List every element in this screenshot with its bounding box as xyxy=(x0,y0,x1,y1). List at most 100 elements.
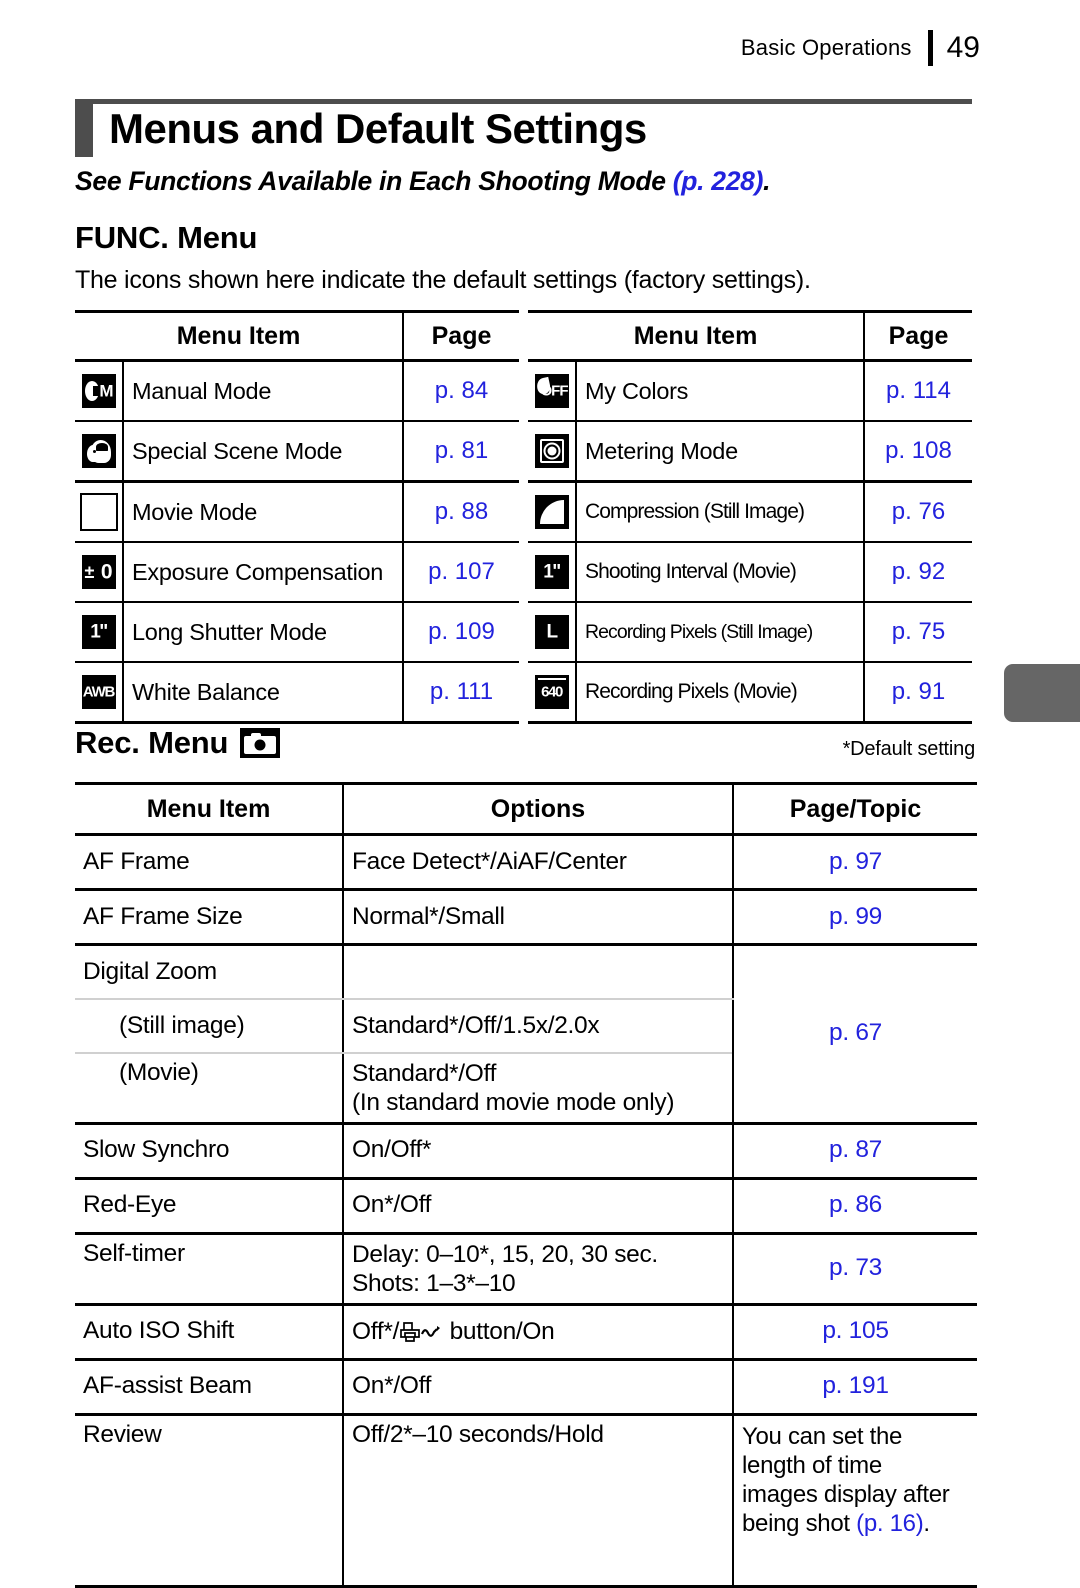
rec-item-page-link[interactable]: p. 86 xyxy=(732,1178,977,1235)
func-item-label: Manual Mode xyxy=(122,360,403,422)
running-header: Basic Operations 49 xyxy=(741,28,980,68)
table-header-row: Menu Item Page xyxy=(528,310,972,362)
special-scene-mode-icon xyxy=(75,421,123,483)
rec-item-options xyxy=(342,944,733,1000)
func-menu-table-left: Menu Item Page M Manual Mode p. 84 Speci… xyxy=(75,310,519,724)
func-menu-table-right: Menu Item Page OFF My Colors p. 114 Mete… xyxy=(528,310,972,724)
rec-item-options: Delay: 0–10*, 15, 20, 30 sec. Shots: 1–3… xyxy=(342,1233,733,1306)
rec-item-page-link[interactable]: p. 99 xyxy=(732,889,977,946)
table-row: 1" Long Shutter Mode p. 109 xyxy=(75,602,519,663)
my-colors-icon: OFF xyxy=(528,360,576,422)
func-item-page-link[interactable]: p. 91 xyxy=(863,662,972,724)
title-side-tab xyxy=(75,104,93,158)
func-item-page-link[interactable]: p. 76 xyxy=(863,481,972,543)
table-row: AF-assist Beam On*/Off p. 191 xyxy=(75,1359,977,1416)
chapter-thumb-tab xyxy=(1004,664,1080,722)
rec-item-options: Off*/ button/On xyxy=(342,1304,733,1361)
topic-line-2: length of time xyxy=(742,1451,882,1479)
func-item-page-link[interactable]: p. 109 xyxy=(402,602,519,663)
func-item-label: Special Scene Mode xyxy=(122,421,403,483)
default-setting-note: *Default setting xyxy=(842,738,976,760)
func-item-page-link[interactable]: p. 107 xyxy=(402,542,519,603)
rec-item-page-link[interactable]: p. 105 xyxy=(732,1304,977,1361)
func-item-label: Long Shutter Mode xyxy=(122,602,403,663)
rec-subitem-options: Standard*/Off (In standard movie mode on… xyxy=(342,1053,733,1125)
option-line-1: Delay: 0–10*, 15, 20, 30 sec. xyxy=(352,1240,658,1268)
topic-page-link[interactable]: (p. 16) xyxy=(856,1510,924,1537)
topic-line-4: being shot (p. 16). xyxy=(742,1509,977,1538)
col-header-menu-item: Menu Item xyxy=(528,310,864,362)
table-row: Digital Zoom p. 67 xyxy=(75,944,977,1125)
option-suffix: button/On xyxy=(443,1317,555,1345)
rec-item-label: Auto ISO Shift xyxy=(75,1304,343,1361)
page-title: Menus and Default Settings xyxy=(109,105,647,152)
func-item-page-link[interactable]: p. 84 xyxy=(402,360,519,422)
movie-mode-icon xyxy=(75,481,123,543)
func-item-page-link[interactable]: p. 111 xyxy=(402,662,519,724)
recording-pixels-movie-icon: 640 xyxy=(528,662,576,724)
table-row: 1" Shooting Interval (Movie) p. 92 xyxy=(528,542,972,603)
subtitle-page-link[interactable]: (p. 228) xyxy=(673,166,764,196)
rec-item-page-link[interactable]: p. 191 xyxy=(732,1359,977,1416)
func-item-page-link[interactable]: p. 81 xyxy=(402,421,519,483)
rec-item-options: Normal*/Small xyxy=(342,889,733,946)
long-shutter-mode-icon: 1" xyxy=(75,602,123,663)
table-row: AF Frame Face Detect*/AiAF/Center p. 97 xyxy=(75,834,977,891)
exposure-compensation-icon: ±0 xyxy=(75,542,123,603)
col-header-page-topic: Page/Topic xyxy=(732,782,977,836)
func-item-page-link[interactable]: p. 88 xyxy=(402,481,519,543)
func-menu-heading: FUNC. Menu xyxy=(75,220,258,255)
rec-item-page-link[interactable]: p. 73 xyxy=(732,1233,977,1306)
camera-icon xyxy=(240,728,281,758)
rec-subitem-options: Standard*/Off/1.5x/2.0x xyxy=(342,999,733,1054)
table-row: Metering Mode p. 108 xyxy=(528,421,972,483)
rec-item-label: AF Frame xyxy=(75,834,343,891)
col-header-page: Page xyxy=(402,310,519,362)
func-item-page-link[interactable]: p. 114 xyxy=(863,360,972,422)
table-row: Auto ISO Shift Off*/ button/On p. 105 xyxy=(75,1304,977,1361)
option-line-2: (In standard movie mode only) xyxy=(352,1089,675,1117)
rec-subitem-label: (Movie) xyxy=(75,1053,343,1125)
table-row: AF Frame Size Normal*/Small p. 99 xyxy=(75,889,977,946)
option-prefix: Off*/ xyxy=(352,1317,400,1345)
func-item-page-link[interactable]: p. 75 xyxy=(863,602,972,663)
table-row: Special Scene Mode p. 81 xyxy=(75,421,519,483)
rec-item-options: Off/2*–10 seconds/Hold xyxy=(342,1414,733,1588)
rec-item-label: Digital Zoom xyxy=(75,944,343,1000)
rec-item-page-link[interactable]: p. 87 xyxy=(732,1123,977,1180)
rec-menu-table: Menu Item Options Page/Topic AF Frame Fa… xyxy=(75,782,977,1588)
table-row: Compression (Still Image) p. 76 xyxy=(528,481,972,543)
header-divider xyxy=(927,30,933,66)
col-header-page: Page xyxy=(863,310,972,362)
table-row: OFF My Colors p. 114 xyxy=(528,360,972,422)
rec-item-label: Red-Eye xyxy=(75,1178,343,1235)
table-row: ±0 Exposure Compensation p. 107 xyxy=(75,542,519,603)
white-balance-icon: AWB xyxy=(75,662,123,724)
func-item-label: Metering Mode xyxy=(575,421,864,483)
topic-period: . xyxy=(923,1510,930,1538)
func-item-label: My Colors xyxy=(575,360,864,422)
func-item-label: Movie Mode xyxy=(122,481,403,543)
func-item-label: Recording Pixels (Still Image) xyxy=(575,602,864,663)
rec-item-page-link[interactable]: p. 67 xyxy=(732,944,977,1125)
func-item-label: Compression (Still Image) xyxy=(575,481,864,543)
func-item-page-link[interactable]: p. 92 xyxy=(863,542,972,603)
func-item-page-link[interactable]: p. 108 xyxy=(863,421,972,483)
compression-icon xyxy=(528,481,576,543)
table-row: Red-Eye On*/Off p. 86 xyxy=(75,1178,977,1235)
print-share-button-icon xyxy=(399,1317,443,1343)
table-row: Self-timer Delay: 0–10*, 15, 20, 30 sec.… xyxy=(75,1233,977,1306)
func-item-label: White Balance xyxy=(122,662,403,724)
rec-item-page-link[interactable]: p. 97 xyxy=(732,834,977,891)
page-number: 49 xyxy=(946,31,980,64)
rec-menu-heading-group: Rec. Menu xyxy=(75,725,281,761)
rec-item-options: On*/Off xyxy=(342,1359,733,1416)
table-row: 640 Recording Pixels (Movie) p. 91 xyxy=(528,662,972,724)
rec-item-options: On/Off* xyxy=(342,1123,733,1180)
table-row: Slow Synchro On/Off* p. 87 xyxy=(75,1123,977,1180)
table-row: Movie Mode p. 88 xyxy=(75,481,519,543)
rec-menu-heading: Rec. Menu xyxy=(75,725,229,760)
option-line-2: Shots: 1–3*–10 xyxy=(352,1270,516,1298)
subtitle-text: See Functions Available in Each Shooting… xyxy=(75,166,673,196)
rec-item-label: Review xyxy=(75,1414,343,1588)
